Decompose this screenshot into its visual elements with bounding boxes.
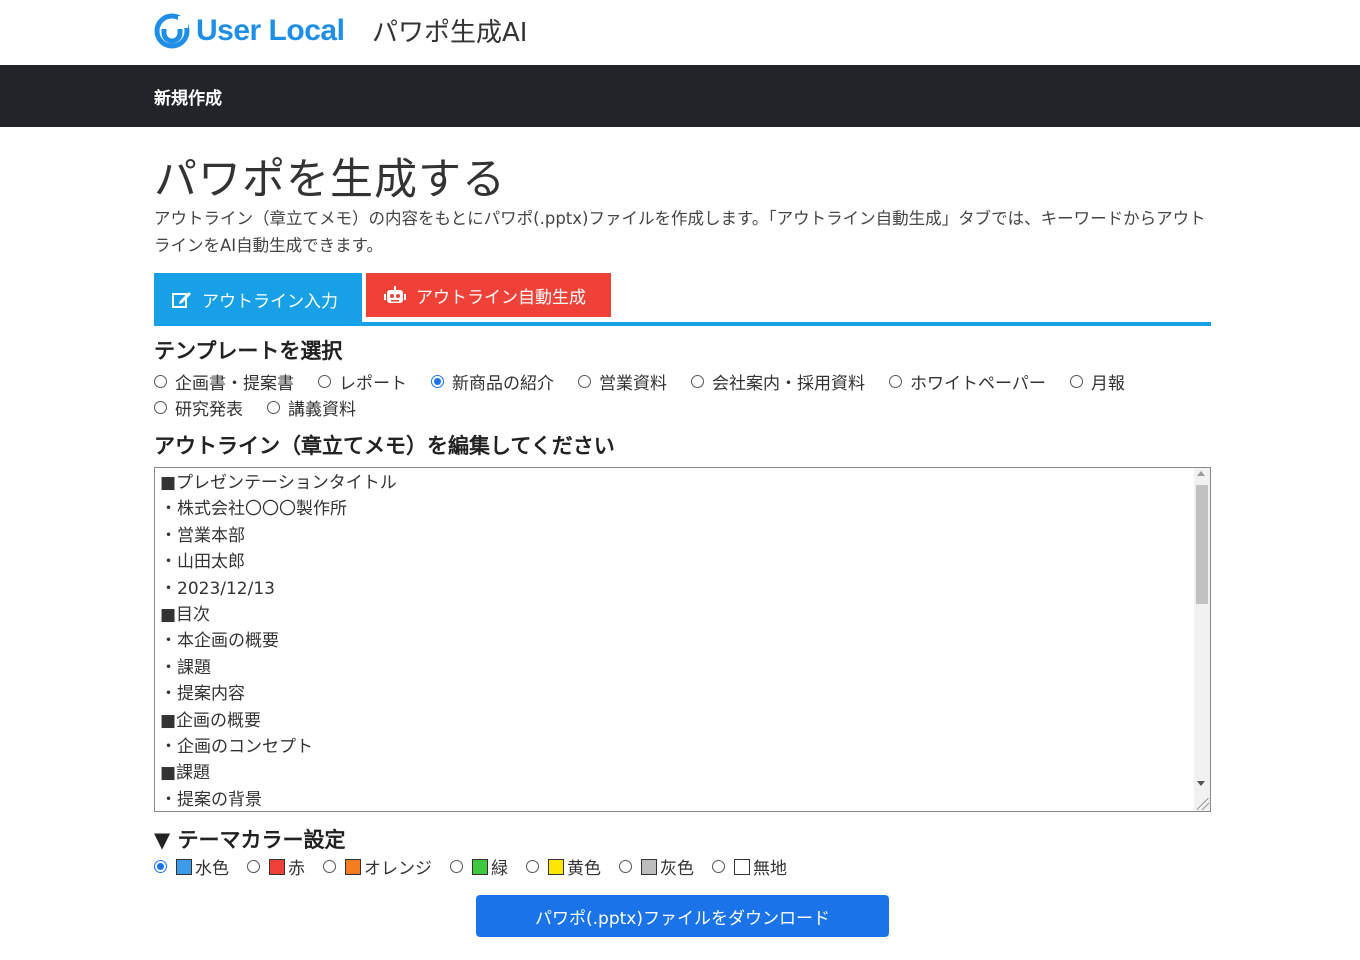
radio-button[interactable]: [247, 860, 260, 873]
radio-button[interactable]: [154, 375, 167, 388]
user-local-logo[interactable]: User Local: [154, 12, 344, 50]
theme-option-light-blue[interactable]: 水色: [154, 854, 229, 879]
radio-button[interactable]: [154, 401, 167, 414]
color-swatch: [345, 859, 361, 875]
radio-button[interactable]: [712, 860, 725, 873]
outline-line: ■課題: [160, 760, 397, 786]
template-option[interactable]: 企画書・提案書: [154, 369, 294, 394]
theme-option-green[interactable]: 緑: [450, 854, 508, 879]
template-option[interactable]: ホワイトペーパー: [889, 369, 1046, 394]
radio-button-selected[interactable]: [431, 375, 444, 388]
tab-outline-input-label: アウトライン入力: [202, 287, 338, 312]
theme-color-options: 水色 赤 オレンジ 緑 黄色 灰色 無地: [154, 854, 805, 879]
site-header: User Local パワポ生成AI: [0, 0, 1360, 65]
resize-handle-icon[interactable]: [1197, 798, 1209, 810]
theme-option-red[interactable]: 赤: [247, 854, 305, 879]
theme-option-gray[interactable]: 灰色: [619, 854, 694, 879]
color-swatch: [269, 859, 285, 875]
outline-line: ・2023/12/13: [160, 576, 397, 602]
scrollbar-thumb[interactable]: [1196, 485, 1208, 604]
download-pptx-button[interactable]: パワポ(.pptx)ファイルをダウンロード: [476, 895, 889, 937]
outline-line: ・営業本部: [160, 523, 397, 549]
radio-button[interactable]: [691, 375, 704, 388]
page-description: アウトライン（章立てメモ）の内容をもとにパワポ(.pptx)ファイルを作成します…: [154, 205, 1211, 259]
color-swatch: [641, 859, 657, 875]
tab-outline-auto-label: アウトライン自動生成: [416, 283, 586, 308]
outline-scrollbar[interactable]: [1194, 468, 1210, 811]
template-option[interactable]: レポート: [318, 369, 407, 394]
logo-text: User Local: [196, 14, 344, 48]
outline-line: ・提案内容: [160, 681, 397, 707]
radio-button[interactable]: [323, 860, 336, 873]
template-option[interactable]: 新商品の紹介: [431, 369, 554, 394]
template-option[interactable]: 営業資料: [578, 369, 667, 394]
radio-button[interactable]: [578, 375, 591, 388]
outline-line: ・提案の背景: [160, 787, 397, 812]
robot-icon: [384, 286, 406, 304]
template-option[interactable]: 会社案内・採用資料: [691, 369, 865, 394]
color-swatch: [176, 859, 192, 875]
outline-line: ■目次: [160, 602, 397, 628]
scroll-up-arrow-icon[interactable]: [1197, 471, 1205, 476]
radio-button[interactable]: [318, 375, 331, 388]
radio-button[interactable]: [1070, 375, 1083, 388]
outline-line: ・山田太郎: [160, 549, 397, 575]
radio-button[interactable]: [450, 860, 463, 873]
page-title: パワポを生成する: [154, 145, 506, 207]
nav-item-new[interactable]: 新規作成: [154, 84, 222, 109]
tab-outline-input[interactable]: アウトライン入力: [154, 273, 362, 326]
outline-line: ■企画の概要: [160, 708, 397, 734]
navbar: 新規作成: [0, 65, 1360, 127]
radio-button[interactable]: [526, 860, 539, 873]
theme-color-section-title[interactable]: ▼ テーマカラー設定: [154, 824, 345, 854]
color-swatch: [548, 859, 564, 875]
template-section-title: テンプレートを選択: [154, 335, 342, 365]
scroll-down-arrow-icon[interactable]: [1197, 781, 1205, 786]
template-option[interactable]: 研究発表: [154, 395, 243, 420]
outline-line: ・課題: [160, 655, 397, 681]
template-options-row-1: 企画書・提案書 レポート 新商品の紹介 営業資料 会社案内・採用資料 ホワイトペ…: [154, 369, 1149, 394]
theme-option-yellow[interactable]: 黄色: [526, 854, 601, 879]
outline-section-title: アウトライン（章立てメモ）を編集してください: [154, 430, 615, 460]
outline-textarea[interactable]: ■プレゼンテーションタイトル ・株式会社〇〇〇製作所 ・営業本部 ・山田太郎 ・…: [154, 467, 1211, 812]
outline-line: ・株式会社〇〇〇製作所: [160, 496, 397, 522]
product-name: パワポ生成AI: [372, 12, 527, 49]
outline-text: ■プレゼンテーションタイトル ・株式会社〇〇〇製作所 ・営業本部 ・山田太郎 ・…: [160, 470, 397, 812]
radio-button[interactable]: [889, 375, 902, 388]
theme-option-orange[interactable]: オレンジ: [323, 854, 432, 879]
outline-line: ・本企画の概要: [160, 628, 397, 654]
template-options-row-2: 研究発表 講義資料: [154, 395, 380, 420]
outline-line: ・企画のコンセプト: [160, 734, 397, 760]
user-local-logo-icon: [154, 13, 190, 49]
color-swatch: [472, 859, 488, 875]
theme-option-plain[interactable]: 無地: [712, 854, 787, 879]
radio-button[interactable]: [619, 860, 632, 873]
template-option[interactable]: 講義資料: [267, 395, 356, 420]
template-option[interactable]: 月報: [1070, 369, 1125, 394]
tab-bar: アウトライン入力 アウトライン自動生成: [154, 273, 1211, 326]
tab-outline-auto[interactable]: アウトライン自動生成: [366, 273, 611, 317]
edit-icon: [172, 291, 192, 309]
radio-button[interactable]: [267, 401, 280, 414]
outline-line: ■プレゼンテーションタイトル: [160, 470, 397, 496]
radio-button-selected[interactable]: [154, 860, 167, 873]
color-swatch: [734, 859, 750, 875]
